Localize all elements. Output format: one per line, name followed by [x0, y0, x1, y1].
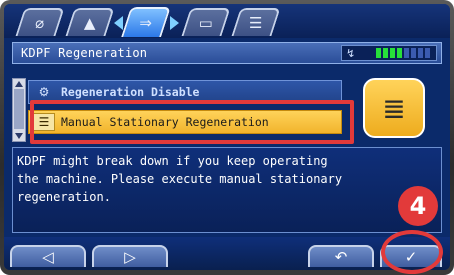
page-title: KDPF Regeneration: [21, 46, 148, 60]
regen-status-indicator: ↯: [341, 45, 437, 61]
right-button[interactable]: ▷: [92, 245, 168, 267]
arrow-config-icon: ⇒: [139, 14, 152, 32]
arrow-right-icon: ▷: [124, 248, 136, 266]
warning-message: KDPF might break down if you keep operat…: [17, 154, 343, 204]
title-bar: KDPF Regeneration ↯: [12, 42, 442, 64]
gauge-segment: [383, 48, 388, 58]
gauge-segment: [411, 48, 416, 58]
scroll-thumb[interactable]: [14, 89, 24, 129]
soot-level-gauge: [376, 48, 430, 58]
scroll-up-icon[interactable]: [15, 81, 23, 87]
ok-button-highlight: [381, 230, 443, 274]
machine-icon: ▲: [83, 14, 96, 32]
undo-icon: ↶: [334, 248, 348, 266]
regeneration-exhaust-icon: ≣: [363, 78, 425, 138]
card-icon: ▭: [198, 14, 213, 32]
filter-status-icon: ↯: [346, 47, 356, 60]
gauge-segment: [418, 48, 423, 58]
tab-card[interactable]: ▭: [181, 8, 231, 36]
menu-item-label: Regeneration Disable: [61, 85, 200, 99]
gauge-segment: [376, 48, 381, 58]
tab-eco[interactable]: ⌀: [15, 8, 65, 36]
gauge-segment: [397, 48, 402, 58]
tab-machine[interactable]: ▲: [65, 8, 115, 36]
tab-prev-arrow-icon[interactable]: [114, 16, 123, 30]
gauge-segment: [404, 48, 409, 58]
tab-bar: ⌀ ▲ ⇒ ▭ ☰: [4, 4, 450, 38]
left-button[interactable]: ◁: [10, 245, 86, 267]
tab-settings[interactable]: ⇒: [121, 7, 171, 37]
tab-next-arrow-icon[interactable]: [170, 16, 179, 30]
selection-highlight: [30, 100, 354, 144]
gauge-segment: [390, 48, 395, 58]
list-icon: ☰: [248, 14, 263, 32]
tab-list[interactable]: ☰: [231, 8, 281, 36]
back-button[interactable]: ↶: [308, 245, 374, 267]
step-number-badge: 4: [398, 186, 438, 226]
scroll-down-icon[interactable]: [15, 133, 23, 139]
regen-disable-icon: ⚙: [38, 85, 50, 99]
arrow-left-icon: ◁: [42, 248, 54, 266]
scrollbar[interactable]: [12, 78, 26, 142]
gauge-segment: [425, 48, 430, 58]
leaf-icon: ⌀: [35, 14, 45, 32]
message-panel: KDPF might break down if you keep operat…: [12, 147, 442, 233]
